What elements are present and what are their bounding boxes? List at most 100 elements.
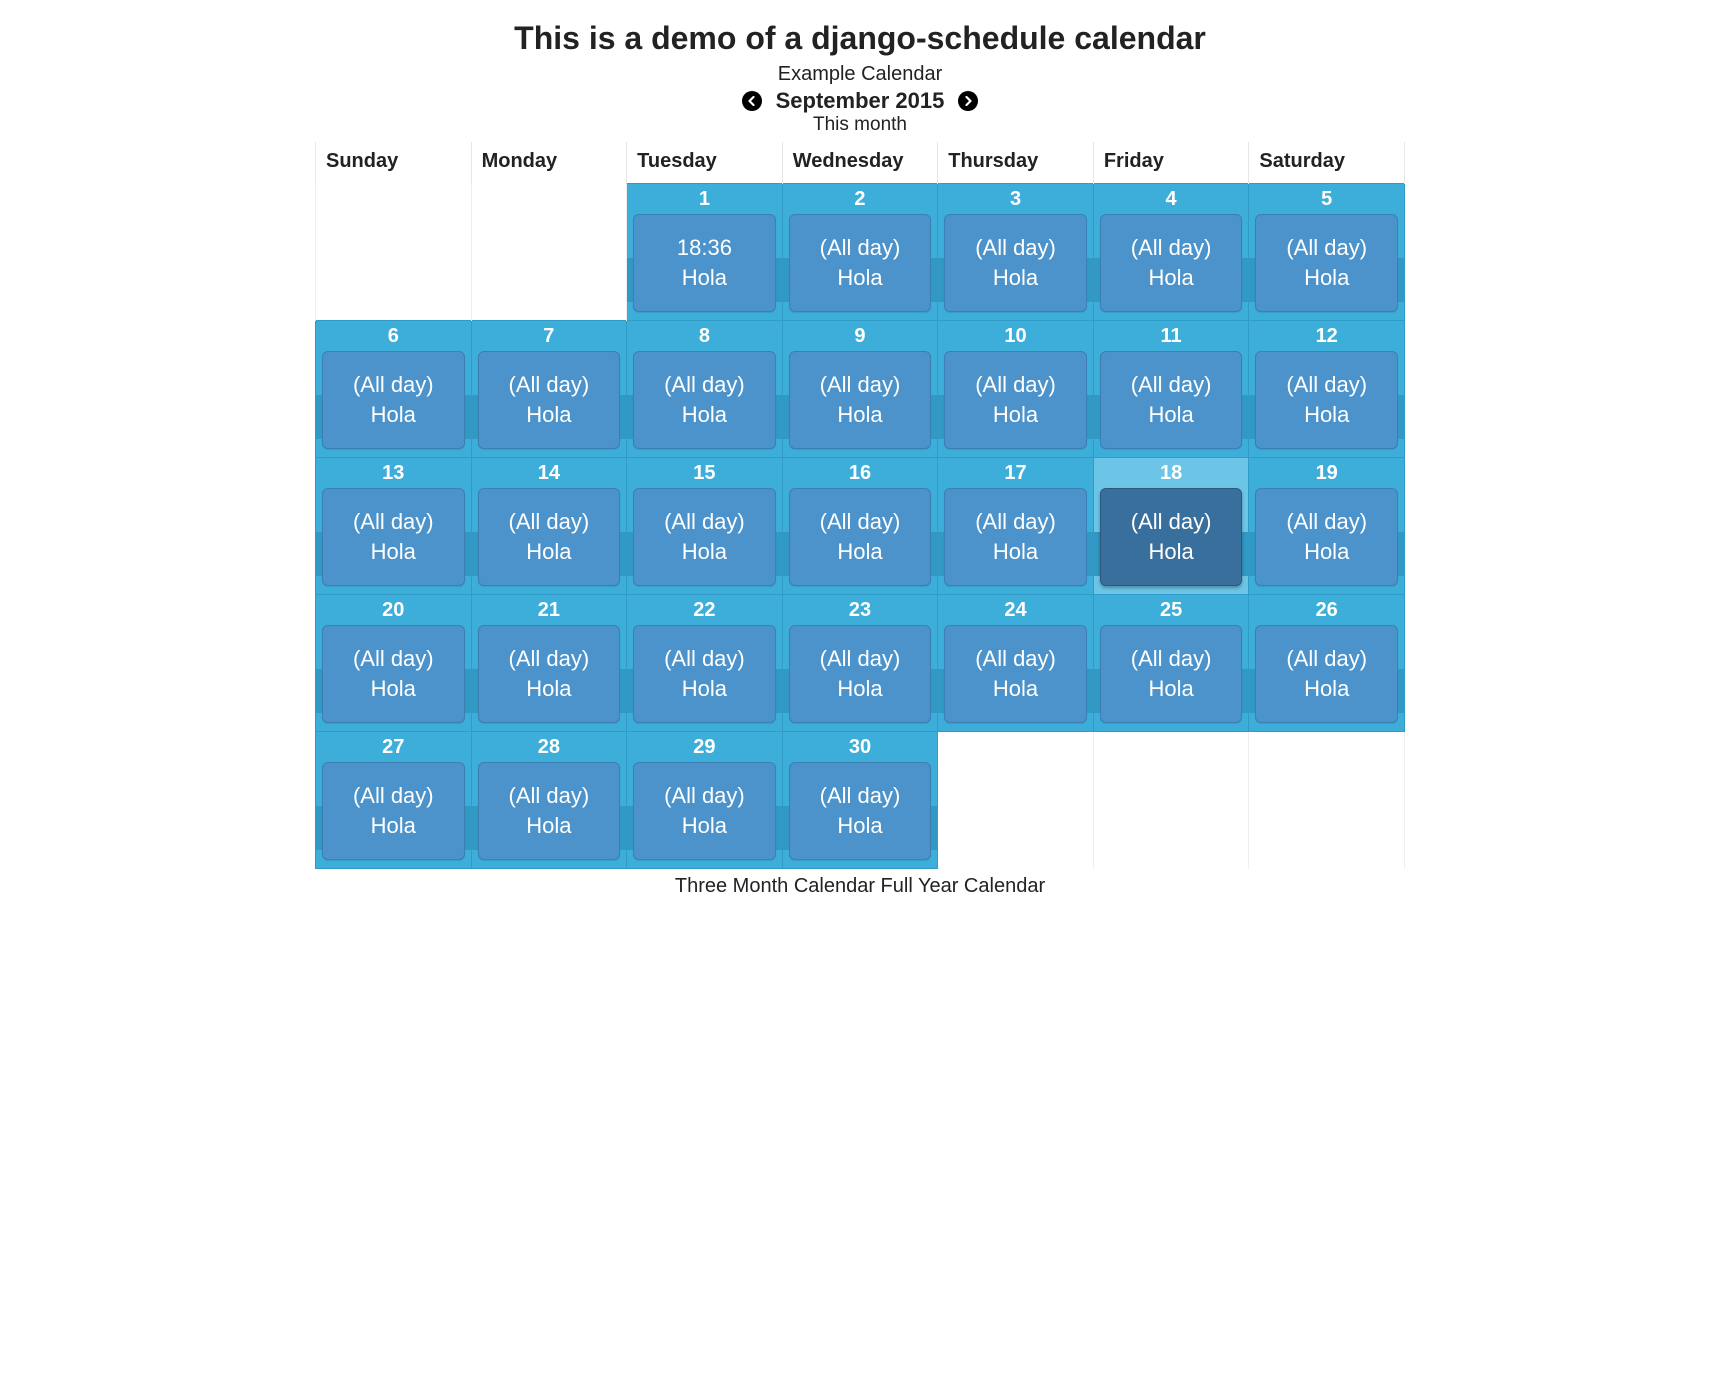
event-title: Hola	[790, 265, 931, 291]
event-time: (All day)	[1256, 372, 1397, 398]
calendar-event[interactable]: (All day)Hola	[944, 488, 1087, 586]
calendar-event[interactable]: 18:36Hola	[633, 214, 776, 312]
calendar-event[interactable]: (All day)Hola	[789, 351, 932, 449]
event-title: Hola	[479, 539, 620, 565]
calendar-event[interactable]: (All day)Hola	[1100, 351, 1243, 449]
calendar-day-cell[interactable]: 4(All day)Hola	[1093, 184, 1249, 321]
calendar-day-cell[interactable]: 21(All day)Hola	[471, 595, 627, 732]
calendar-day-cell[interactable]: 12(All day)Hola	[1249, 321, 1405, 458]
three-month-link[interactable]: Three Month Calendar	[675, 875, 875, 897]
event-title: Hola	[634, 676, 775, 702]
calendar-event[interactable]: (All day)Hola	[633, 762, 776, 860]
event-time: (All day)	[634, 646, 775, 672]
calendar-event[interactable]: (All day)Hola	[1255, 488, 1398, 586]
event-title: Hola	[634, 539, 775, 565]
calendar-event[interactable]: (All day)Hola	[789, 625, 932, 723]
calendar-day-cell[interactable]: 13(All day)Hola	[316, 458, 472, 595]
calendar-event[interactable]: (All day)Hola	[1100, 488, 1243, 586]
event-title: Hola	[1256, 676, 1397, 702]
event-title: Hola	[790, 402, 931, 428]
event-title: Hola	[790, 813, 931, 839]
calendar-day-cell[interactable]: 25(All day)Hola	[1093, 595, 1249, 732]
calendar-event[interactable]: (All day)Hola	[478, 351, 621, 449]
calendar-day-cell[interactable]: 26(All day)Hola	[1249, 595, 1405, 732]
event-time: (All day)	[945, 646, 1086, 672]
calendar-day-cell[interactable]: 6(All day)Hola	[316, 321, 472, 458]
calendar-event[interactable]: (All day)Hola	[1255, 214, 1398, 312]
weekday-header: Monday	[471, 142, 627, 184]
calendar-day-cell[interactable]: 30(All day)Hola	[782, 732, 938, 869]
calendar-day-cell[interactable]: 28(All day)Hola	[471, 732, 627, 869]
calendar-event[interactable]: (All day)Hola	[322, 762, 465, 860]
event-title: Hola	[1256, 539, 1397, 565]
event-title: Hola	[479, 676, 620, 702]
calendar-day-cell[interactable]: 27(All day)Hola	[316, 732, 472, 869]
calendar-day-cell[interactable]: 8(All day)Hola	[627, 321, 783, 458]
calendar-day-cell[interactable]: 14 (All day)Hola	[471, 458, 627, 595]
calendar-event[interactable]: (All day)Hola	[944, 625, 1087, 723]
calendar-event[interactable]: (All day) Hola	[789, 762, 932, 860]
calendar-day-cell[interactable]: 17(All day)Hola	[938, 458, 1094, 595]
calendar-day-cell[interactable]: 118:36Hola	[627, 184, 783, 321]
weekday-header: Tuesday	[627, 142, 783, 184]
day-number: 14	[472, 458, 627, 485]
calendar-day-cell[interactable]: 19(All day)Hola	[1249, 458, 1405, 595]
event-title: Hola	[790, 539, 931, 565]
day-number: 23	[783, 595, 938, 622]
day-number: 2	[783, 184, 938, 211]
day-number: 3	[938, 184, 1093, 211]
month-label: September 2015	[776, 88, 945, 114]
calendar-event[interactable]: (All day)Hola	[1100, 214, 1243, 312]
calendar-event[interactable]: (All day)Hola	[322, 488, 465, 586]
calendar-event[interactable]: (All day)Hola	[478, 488, 621, 586]
event-title: Hola	[323, 539, 464, 565]
calendar-event[interactable]: (All day)Hola	[944, 214, 1087, 312]
calendar-day-cell[interactable]: 2 (All day) Hola	[782, 184, 938, 321]
calendar-day-cell[interactable]: 24 (All day)Hola	[938, 595, 1094, 732]
calendar-day-cell[interactable]: 23 (All day)Hola	[782, 595, 938, 732]
event-title: Hola	[945, 402, 1086, 428]
calendar-empty-cell	[1249, 732, 1405, 869]
calendar-day-cell[interactable]: 10(All day)Hola	[938, 321, 1094, 458]
calendar-day-cell[interactable]: 18(All day)Hola	[1093, 458, 1249, 595]
event-title: Hola	[1101, 265, 1242, 291]
calendar-day-cell[interactable]: 15(All day)Hola	[627, 458, 783, 595]
event-time: (All day)	[790, 783, 931, 809]
next-month-icon[interactable]	[958, 91, 978, 111]
calendar-event[interactable]: (All day)Hola	[322, 625, 465, 723]
calendar-event[interactable]: (All day)Hola	[633, 351, 776, 449]
footer-links: Three Month Calendar Full Year Calendar	[315, 875, 1405, 898]
calendar-event[interactable]: (All day)Hola	[944, 351, 1087, 449]
day-number: 20	[316, 595, 471, 622]
calendar-event[interactable]: (All day)Hola	[789, 488, 932, 586]
calendar-day-cell[interactable]: 20 (All day)Hola	[316, 595, 472, 732]
calendar-day-cell[interactable]: 5(All day)Hola	[1249, 184, 1405, 321]
event-time: (All day)	[790, 235, 931, 261]
full-year-link[interactable]: Full Year Calendar	[881, 875, 1046, 897]
prev-month-icon[interactable]	[742, 91, 762, 111]
calendar-event[interactable]: (All day) Hola	[633, 625, 776, 723]
calendar-day-cell[interactable]: 29(All day)Hola	[627, 732, 783, 869]
event-time: (All day)	[1256, 235, 1397, 261]
day-number: 24	[938, 595, 1093, 622]
calendar-day-cell[interactable]: 9(All day)Hola	[782, 321, 938, 458]
calendar-event[interactable]: (All day)Hola	[322, 351, 465, 449]
calendar-day-cell[interactable]: 11(All day)Hola	[1093, 321, 1249, 458]
calendar-event[interactable]: (All day)Hola	[1255, 625, 1398, 723]
weekday-header: Saturday	[1249, 142, 1405, 184]
calendar-event[interactable]: (All day) Hola	[789, 214, 932, 312]
calendar-day-cell[interactable]: 22(All day)Hola	[627, 595, 783, 732]
calendar-event[interactable]: (All day)Hola	[1100, 625, 1243, 723]
calendar-event[interactable]: (All day)Hola	[478, 625, 621, 723]
calendar-event[interactable]: (All day)Hola	[478, 762, 621, 860]
calendar-event[interactable]: (All day)Hola	[1255, 351, 1398, 449]
event-time: (All day)	[1101, 509, 1242, 535]
calendar-event[interactable]: (All day) Hola	[633, 488, 776, 586]
weekday-header: Wednesday	[782, 142, 938, 184]
event-title: Hola	[945, 265, 1086, 291]
event-time: (All day)	[634, 509, 775, 535]
this-month-link[interactable]: This month	[813, 114, 907, 135]
calendar-day-cell[interactable]: 3 (All day)Hola	[938, 184, 1094, 321]
calendar-day-cell[interactable]: 7(All day)Hola	[471, 321, 627, 458]
calendar-day-cell[interactable]: 16(All day)Hola	[782, 458, 938, 595]
